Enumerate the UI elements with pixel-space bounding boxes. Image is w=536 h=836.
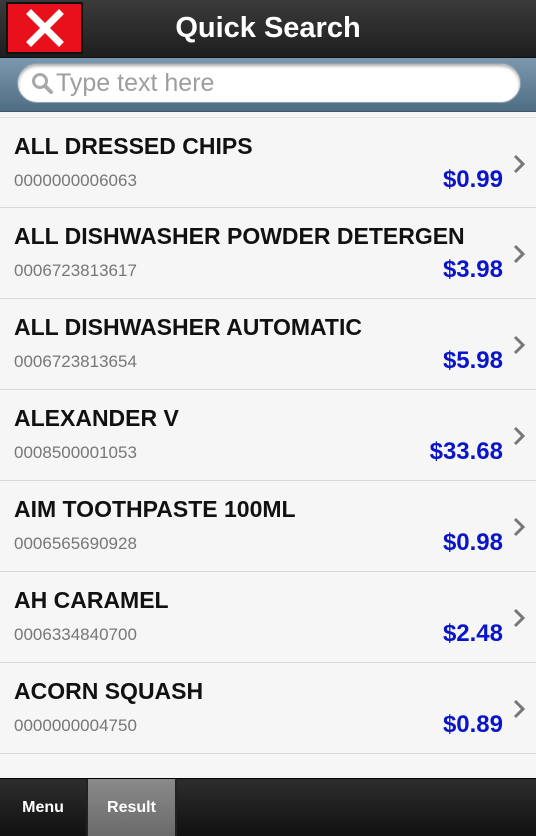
item-name: AIM TOOTHPASTE 100ML [14, 496, 296, 522]
item-name: ALEXANDER V [14, 405, 179, 431]
search-input[interactable] [56, 64, 520, 102]
item-price: $2.48 [442, 620, 503, 647]
chevron-right-icon [513, 517, 525, 537]
chevron-right-icon [513, 244, 525, 264]
item-code: 0008500001053 [14, 443, 137, 462]
chevron-right-icon [513, 608, 525, 628]
item-code: 0006723813617 [14, 261, 137, 280]
item-name: AH CARAMEL [14, 587, 169, 613]
list-item[interactable]: ALL DISHWASHER POWDER DETERGEN 000672381… [0, 208, 536, 299]
chevron-right-icon [513, 426, 525, 446]
list-item[interactable]: ACORN SQUASH 0000000004750 $0.89 [0, 663, 536, 754]
chevron-right-icon [513, 699, 525, 719]
list-item[interactable]: ALEXANDER V 0008500001053 $33.68 [0, 390, 536, 481]
item-price: $3.98 [442, 256, 503, 283]
item-price: $5.98 [442, 347, 503, 374]
search-icon [32, 73, 53, 94]
item-code: 0000000006063 [14, 171, 137, 190]
item-name: ALL DISHWASHER AUTOMATIC [14, 314, 362, 340]
item-name: ALL DISHWASHER POWDER DETERGEN [14, 223, 465, 249]
item-code: 0006565690928 [14, 534, 137, 553]
list-item[interactable]: AH CARAMEL 0006334840700 $2.48 [0, 572, 536, 663]
chevron-right-icon [513, 335, 525, 355]
item-name: ALL DRESSED CHIPS [14, 133, 253, 159]
item-price: $0.98 [442, 529, 503, 556]
tab-menu[interactable]: Menu [0, 779, 86, 836]
list-item[interactable]: ALL DRESSED CHIPS 0000000006063 $0.99 [0, 117, 536, 208]
item-price: $0.99 [442, 166, 503, 193]
item-name: ACORN SQUASH [14, 678, 204, 704]
item-price: $33.68 [429, 438, 503, 465]
item-code: 0006334840700 [14, 625, 137, 644]
result-list: ALL DRESSED CHIPS 0000000006063 $0.99 AL… [0, 117, 536, 754]
chevron-right-icon [513, 154, 525, 174]
footer-tab-bar: Menu Result [0, 778, 536, 836]
search-bar [0, 58, 536, 112]
item-price: $0.89 [442, 711, 503, 738]
list-item[interactable]: AIM TOOTHPASTE 100ML 0006565690928 $0.98 [0, 481, 536, 572]
item-code: 0006723813654 [14, 352, 137, 371]
search-field[interactable] [17, 63, 521, 103]
item-code: 0000000004750 [14, 716, 137, 735]
page-title: Quick Search [175, 12, 361, 44]
tab-result[interactable]: Result [86, 779, 177, 836]
list-item[interactable]: ALL DISHWASHER AUTOMATIC 0006723813654 $… [0, 299, 536, 390]
header-bar: Quick Search [0, 0, 536, 58]
app-root: Quick Search ALL DRESSED CHIPS 000000000… [0, 0, 536, 836]
